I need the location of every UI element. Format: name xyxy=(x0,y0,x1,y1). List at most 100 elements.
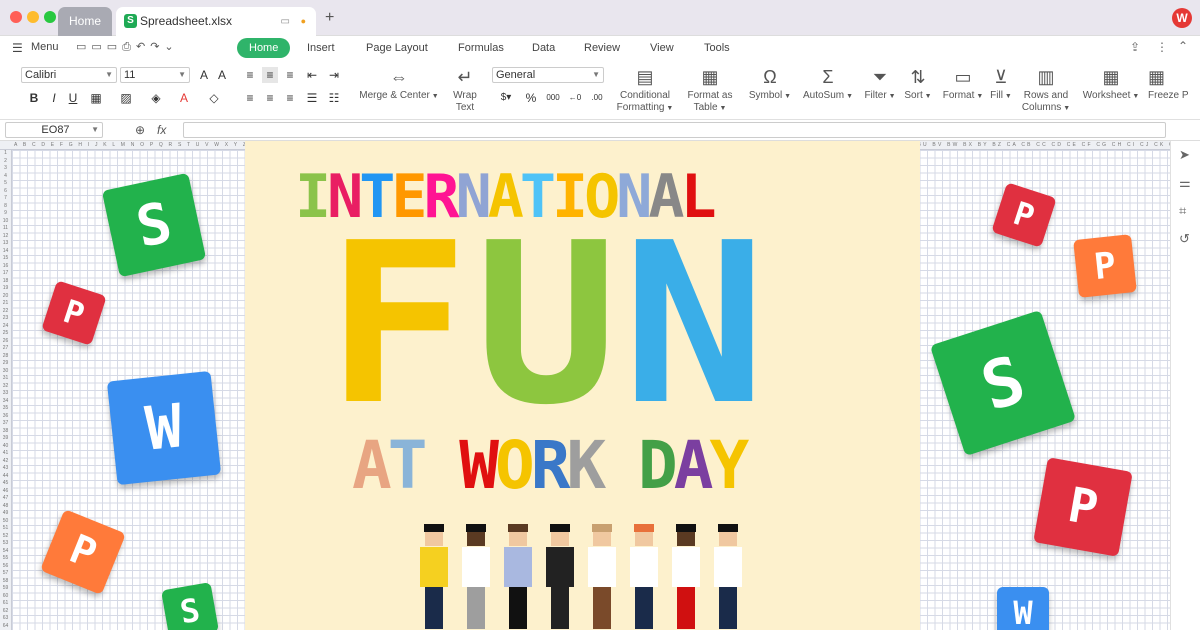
autosum-button[interactable]: Σ AutoSum ▼ xyxy=(800,66,856,103)
italic-button[interactable]: I xyxy=(46,90,62,106)
row-number[interactable]: 36 xyxy=(0,413,11,421)
maximize-window-button[interactable] xyxy=(44,11,56,23)
formula-input[interactable] xyxy=(183,122,1166,138)
row-number[interactable]: 17 xyxy=(0,270,11,278)
font-size-select[interactable]: 11 ▼ xyxy=(120,67,190,83)
align-bottom-icon[interactable]: ≡ xyxy=(282,67,298,83)
row-number[interactable]: 52 xyxy=(0,533,11,541)
indent-increase-icon[interactable]: ⇥ xyxy=(326,67,342,83)
zoom-icon[interactable]: ⊕ xyxy=(135,123,145,137)
row-number[interactable]: 60 xyxy=(0,593,11,601)
crop-icon[interactable]: ⌗ xyxy=(1179,203,1186,219)
row-number[interactable]: 22 xyxy=(0,308,11,316)
row-number[interactable]: 4 xyxy=(0,173,11,181)
row-number[interactable]: 10 xyxy=(0,218,11,226)
row-number[interactable]: 13 xyxy=(0,240,11,248)
distributed-icon[interactable]: ☷ xyxy=(326,90,342,106)
row-number[interactable]: 14 xyxy=(0,248,11,256)
row-number[interactable]: 53 xyxy=(0,540,11,548)
font-color-icon[interactable]: A xyxy=(176,90,192,106)
row-number[interactable]: 28 xyxy=(0,353,11,361)
row-number[interactable]: 2 xyxy=(0,158,11,166)
decrease-font-icon[interactable]: A xyxy=(214,67,230,83)
quick-access-icons[interactable]: ▭▭▭⎙↶↷⌄ xyxy=(76,40,179,54)
align-left-icon[interactable]: ≡ xyxy=(242,90,258,106)
justify-icon[interactable]: ☰ xyxy=(304,90,320,106)
number-format-select[interactable]: General ▼ xyxy=(492,67,604,83)
row-number[interactable]: 44 xyxy=(0,473,11,481)
row-number[interactable]: 23 xyxy=(0,315,11,323)
row-number[interactable]: 54 xyxy=(0,548,11,556)
align-middle-icon[interactable]: ≡ xyxy=(262,67,278,83)
tab-home[interactable]: Home xyxy=(58,7,112,36)
row-number[interactable]: 47 xyxy=(0,495,11,503)
row-number[interactable]: 16 xyxy=(0,263,11,271)
row-number[interactable]: 12 xyxy=(0,233,11,241)
filter-button[interactable]: ⏷ Filter ▼ xyxy=(860,66,900,103)
row-number[interactable]: 26 xyxy=(0,338,11,346)
align-right-icon[interactable]: ≡ xyxy=(282,90,298,106)
tab-tools[interactable]: Tools xyxy=(704,38,730,58)
history-icon[interactable]: ↺ xyxy=(1179,231,1190,247)
row-number[interactable]: 25 xyxy=(0,330,11,338)
tab-data[interactable]: Data xyxy=(532,38,555,58)
row-number[interactable]: 55 xyxy=(0,555,11,563)
more-options-icon[interactable]: ⋮ xyxy=(1156,40,1168,54)
tab-spreadsheet[interactable]: S Spreadsheet.xlsx ▭ ● xyxy=(116,7,316,36)
row-number[interactable]: 42 xyxy=(0,458,11,466)
row-number[interactable]: 50 xyxy=(0,518,11,526)
row-number[interactable]: 33 xyxy=(0,390,11,398)
currency-icon[interactable]: $▾ xyxy=(496,90,516,106)
row-number[interactable]: 46 xyxy=(0,488,11,496)
decrease-decimal-icon[interactable]: .00 xyxy=(587,90,607,106)
collapse-ribbon-icon[interactable]: ⌃ xyxy=(1178,39,1188,53)
tab-page-layout[interactable]: Page Layout xyxy=(366,38,428,58)
increase-decimal-icon[interactable]: ←0 xyxy=(565,90,585,106)
row-number[interactable]: 45 xyxy=(0,480,11,488)
row-number[interactable]: 21 xyxy=(0,300,11,308)
row-number[interactable]: 49 xyxy=(0,510,11,518)
row-number[interactable]: 5 xyxy=(0,180,11,188)
row-number[interactable]: 24 xyxy=(0,323,11,331)
align-center-icon[interactable]: ≡ xyxy=(262,90,278,106)
row-number[interactable]: 20 xyxy=(0,293,11,301)
clear-icon[interactable]: ◇ xyxy=(206,90,222,106)
underline-button[interactable]: U xyxy=(65,90,81,106)
row-number[interactable]: 11 xyxy=(0,225,11,233)
name-box[interactable]: EO87 ▼ xyxy=(5,122,103,138)
increase-font-icon[interactable]: A xyxy=(196,67,212,83)
settings-sliders-icon[interactable]: ⚌ xyxy=(1179,175,1191,191)
worksheet-button[interactable]: ▦ Worksheet ▼ xyxy=(1078,66,1144,103)
row-number[interactable]: 31 xyxy=(0,375,11,383)
row-number[interactable]: 43 xyxy=(0,465,11,473)
share-icon[interactable]: ⇪ xyxy=(1130,40,1140,54)
row-number[interactable]: 58 xyxy=(0,578,11,586)
borders-icon[interactable]: ▦ xyxy=(88,90,104,106)
conditional-formatting-button[interactable]: ▤ Conditional Formatting ▼ xyxy=(614,66,676,115)
tab-formulas[interactable]: Formulas xyxy=(458,38,504,58)
row-number[interactable]: 29 xyxy=(0,360,11,368)
minimize-window-button[interactable] xyxy=(27,11,39,23)
tab-home-ribbon[interactable]: Home xyxy=(237,38,291,58)
menu-button[interactable]: Menu xyxy=(31,41,59,53)
row-number[interactable]: 39 xyxy=(0,435,11,443)
row-number[interactable]: 57 xyxy=(0,570,11,578)
row-number[interactable]: 7 xyxy=(0,195,11,203)
row-number[interactable]: 35 xyxy=(0,405,11,413)
row-number[interactable]: 30 xyxy=(0,368,11,376)
row-number[interactable]: 34 xyxy=(0,398,11,406)
tab-view[interactable]: View xyxy=(650,38,674,58)
symbol-button[interactable]: Ω Symbol ▼ xyxy=(746,66,794,103)
percent-icon[interactable]: % xyxy=(523,90,539,106)
comma-style-icon[interactable]: 000 xyxy=(543,90,563,106)
row-number[interactable]: 27 xyxy=(0,345,11,353)
rows-columns-button[interactable]: ▥ Rows and Columns ▼ xyxy=(1018,66,1074,115)
row-number[interactable]: 56 xyxy=(0,563,11,571)
row-number[interactable]: 51 xyxy=(0,525,11,533)
font-name-select[interactable]: Calibri ▼ xyxy=(21,67,117,83)
app-logo-icon[interactable]: W xyxy=(1172,8,1192,28)
freeze-panes-button[interactable]: ▦ Freeze P xyxy=(1148,66,1200,102)
worksheet-grid[interactable]: A B C D E F G H I J K L M N O P Q R S T … xyxy=(0,141,1170,630)
bold-button[interactable]: B xyxy=(26,90,42,106)
row-number[interactable]: 40 xyxy=(0,443,11,451)
